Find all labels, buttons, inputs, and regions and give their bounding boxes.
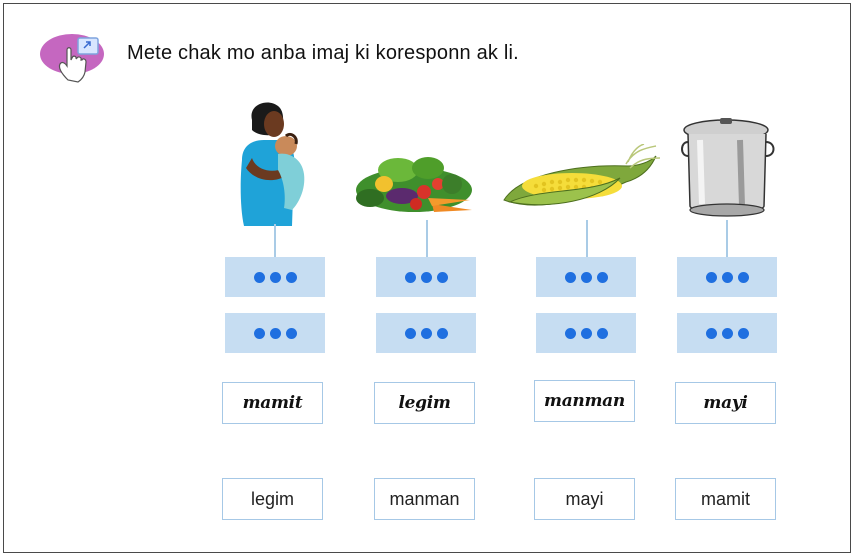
cursive-word-card[interactable]: mayi: [675, 382, 776, 424]
cursive-word-card[interactable]: legim: [374, 382, 475, 424]
drop-slot-4b[interactable]: [677, 313, 777, 353]
dot: [269, 271, 281, 283]
dot: [404, 327, 416, 339]
cursive-word: mayi: [703, 393, 748, 413]
connector-line: [426, 220, 428, 258]
dot: [420, 271, 432, 283]
dot: [253, 327, 265, 339]
mother-with-baby-image: [240, 102, 305, 226]
connector-line: [726, 220, 728, 258]
drop-slot-2a[interactable]: [376, 257, 476, 297]
exercise-frame: Mete chak mo anba imaj ki koresponn ak l…: [3, 3, 851, 553]
dot: [580, 271, 592, 283]
connector-line: [586, 220, 588, 258]
dot: [253, 271, 265, 283]
drop-slot-1b[interactable]: [225, 313, 325, 353]
print-word: mayi: [565, 488, 604, 509]
connector-line: [274, 224, 276, 258]
dot: [564, 271, 576, 283]
cursive-word: mamit: [242, 393, 303, 413]
dot: [596, 327, 608, 339]
cursive-word-card[interactable]: manman: [534, 380, 635, 422]
print-word-card[interactable]: mayi: [534, 478, 635, 520]
vegetables-image: [356, 157, 472, 212]
dot: [285, 271, 297, 283]
cursive-word: legim: [398, 393, 451, 413]
print-word-card[interactable]: manman: [374, 478, 475, 520]
dot: [564, 327, 576, 339]
dot: [436, 271, 448, 283]
pot-image: [681, 118, 775, 217]
dot: [737, 271, 749, 283]
dot: [705, 327, 717, 339]
cursive-word-card[interactable]: mamit: [222, 382, 323, 424]
drop-slot-3a[interactable]: [536, 257, 636, 297]
print-word-card[interactable]: mamit: [675, 478, 776, 520]
drop-slot-3b[interactable]: [536, 313, 636, 353]
dot: [269, 327, 281, 339]
cursive-word: manman: [544, 391, 625, 411]
dot: [721, 271, 733, 283]
dot: [580, 327, 592, 339]
dot: [721, 327, 733, 339]
instruction-text: Mete chak mo anba imaj ki koresponn ak l…: [127, 42, 519, 64]
dot: [705, 271, 717, 283]
print-word: mamit: [701, 488, 750, 509]
dot: [285, 327, 297, 339]
dot: [420, 327, 432, 339]
hand-pointer-icon[interactable]: [38, 30, 110, 84]
print-word: legim: [250, 488, 294, 509]
drop-slot-4a[interactable]: [677, 257, 777, 297]
corn-image: [503, 144, 661, 206]
dot: [596, 271, 608, 283]
drop-slot-1a[interactable]: [225, 257, 325, 297]
dot: [737, 327, 749, 339]
dot: [436, 327, 448, 339]
print-word-card[interactable]: legim: [222, 478, 323, 520]
drop-slot-2b[interactable]: [376, 313, 476, 353]
print-word: manman: [389, 488, 460, 509]
dot: [404, 271, 416, 283]
